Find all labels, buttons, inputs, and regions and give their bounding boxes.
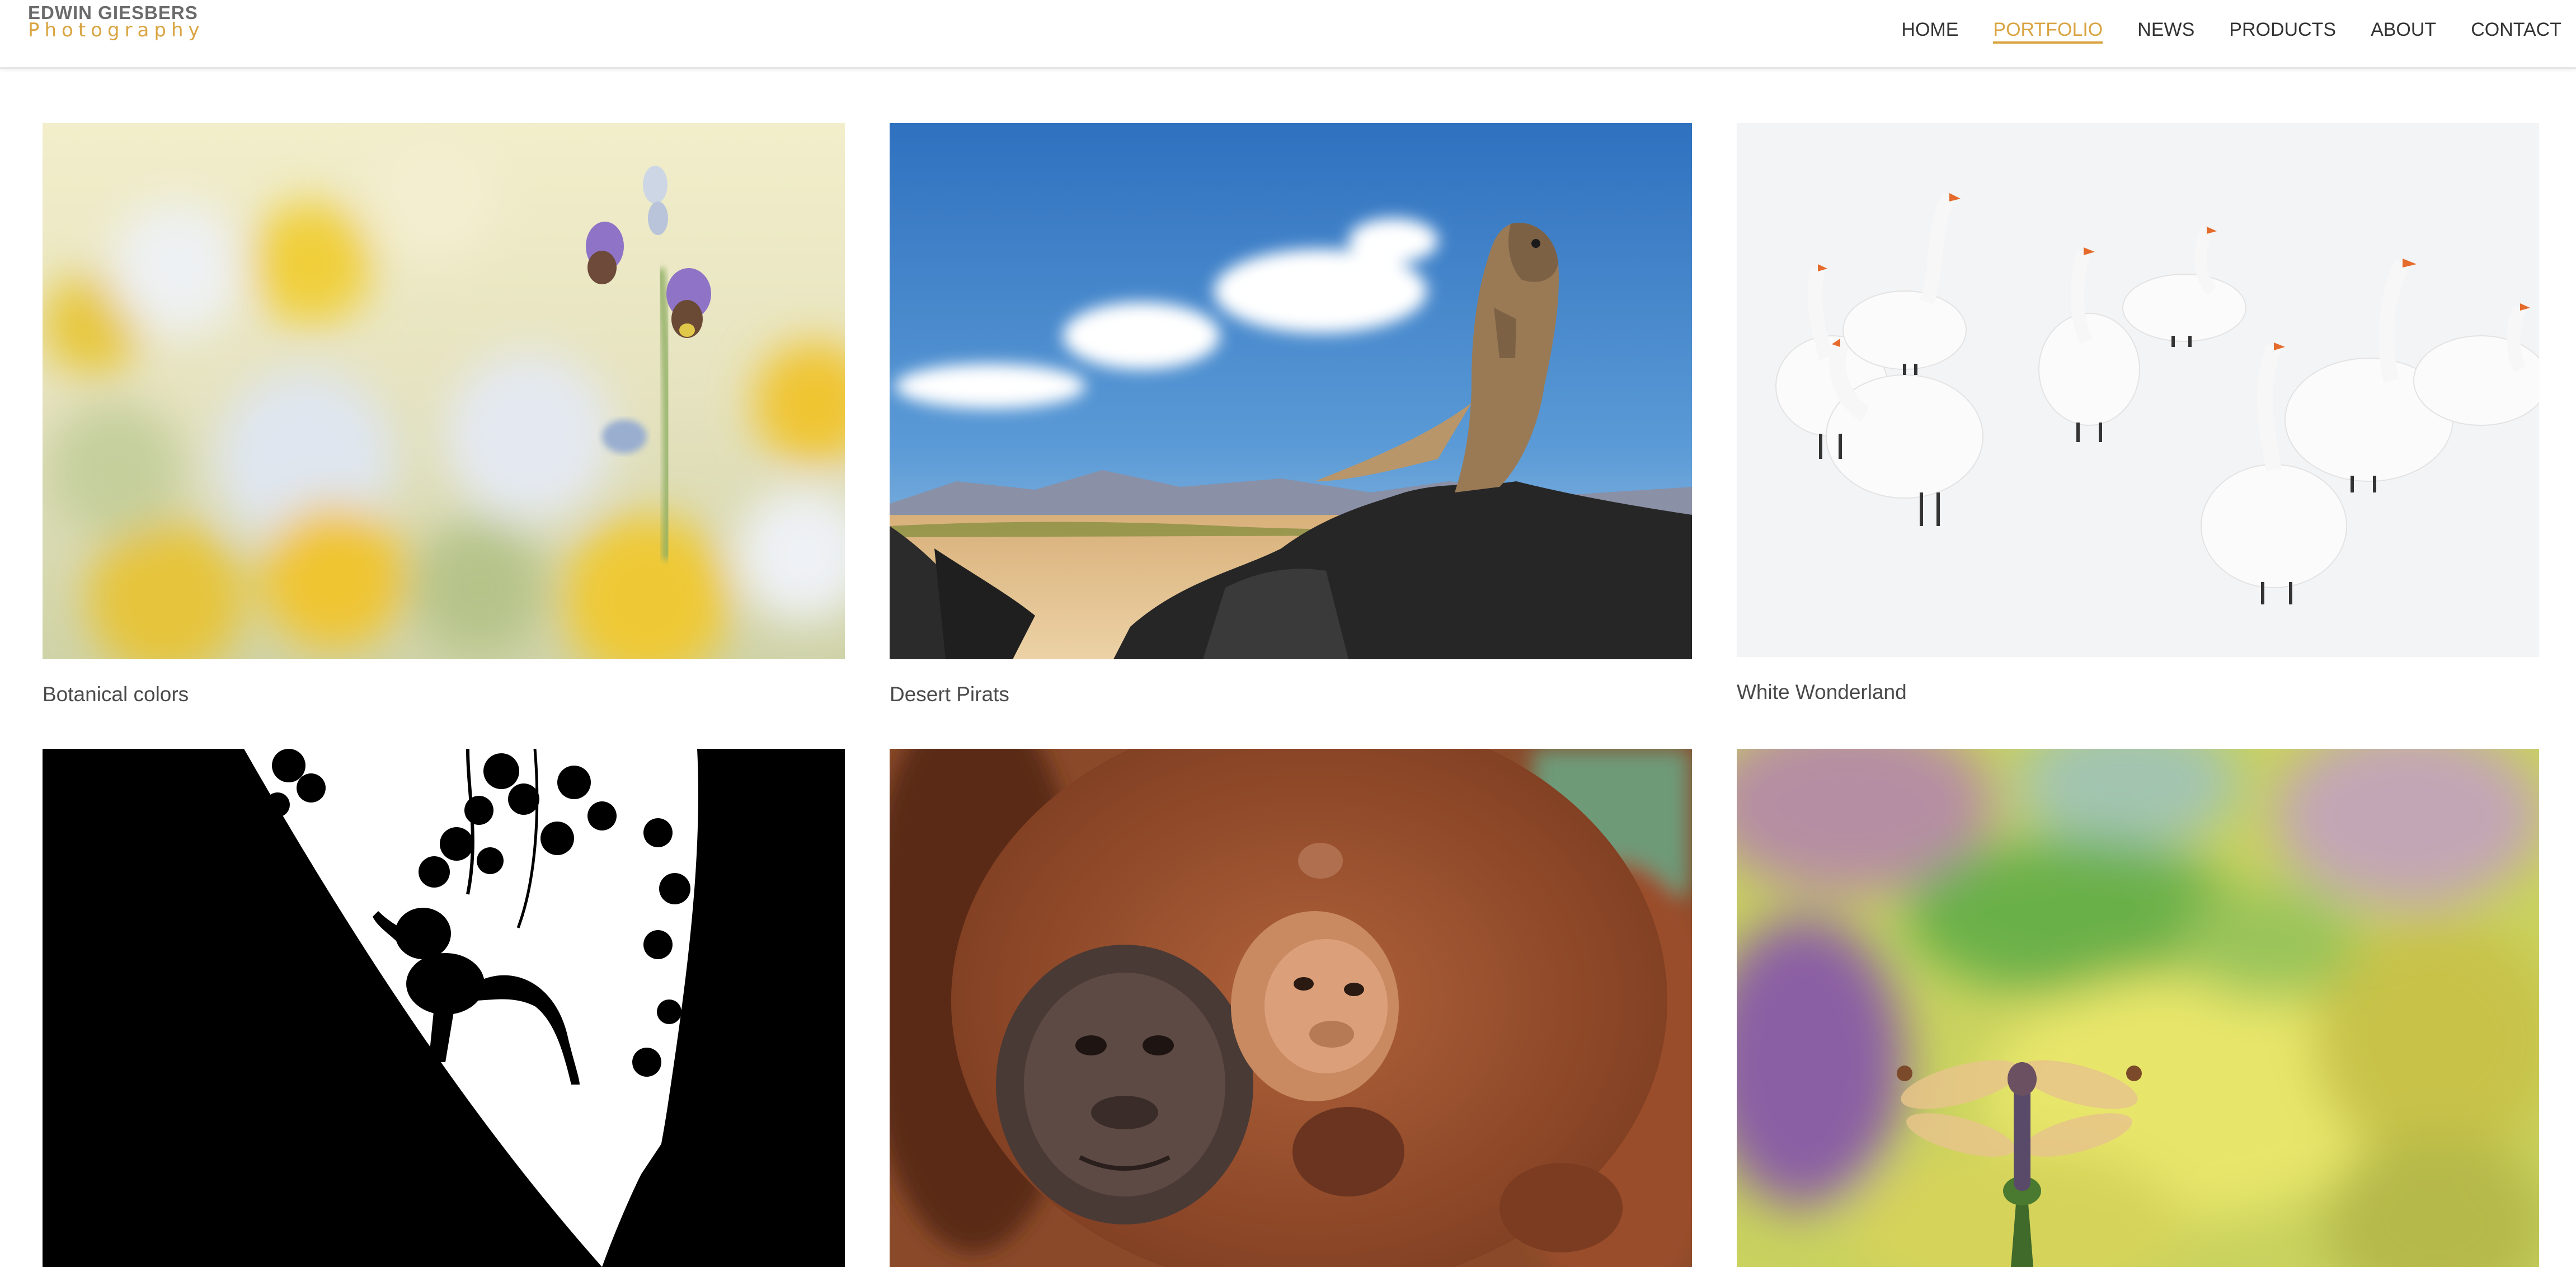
orchid-image bbox=[43, 123, 845, 659]
gallery-item-white-wonderland[interactable]: White Wonderland bbox=[1737, 123, 2539, 704]
gallery-item-orangutans[interactable] bbox=[890, 749, 1692, 1267]
gallery-item-desert-pirats[interactable]: Desert Pirats bbox=[890, 123, 1692, 706]
gallery-thumbnail[interactable] bbox=[43, 749, 845, 1267]
monkey-image bbox=[43, 749, 845, 1267]
gallery-item-dragonfly[interactable] bbox=[1737, 749, 2539, 1267]
dragonfly-image bbox=[1737, 749, 2539, 1267]
gallery-item-title[interactable]: Desert Pirats bbox=[890, 683, 1692, 706]
gallery-thumbnail[interactable] bbox=[890, 749, 1692, 1267]
nav-item-news[interactable]: NEWS bbox=[2120, 17, 2212, 48]
gallery-thumbnail[interactable] bbox=[1737, 123, 2539, 657]
nav-item-label: ABOUT bbox=[2371, 19, 2437, 40]
nav-item-portfolio[interactable]: PORTFOLIO bbox=[1976, 17, 2120, 48]
swans-image bbox=[1737, 123, 2539, 657]
gallery-item-title[interactable]: White Wonderland bbox=[1737, 681, 2539, 704]
nav-item-label: PRODUCTS bbox=[2229, 19, 2337, 40]
nav-item-about[interactable]: ABOUT bbox=[2353, 17, 2453, 48]
nav-item-products[interactable]: PRODUCTS bbox=[2212, 17, 2353, 48]
main-nav: HOME PORTFOLIO NEWS PRODUCTS ABOUT CONTA… bbox=[1884, 17, 2561, 48]
nav-item-label: HOME bbox=[1901, 19, 1959, 40]
gallery-item-monkey-silhouette[interactable] bbox=[43, 749, 845, 1267]
gallery-item-botanical-colors[interactable]: Botanical colors bbox=[43, 123, 845, 706]
nav-item-home[interactable]: HOME bbox=[1884, 17, 1976, 48]
nav-item-label: NEWS bbox=[2137, 19, 2195, 40]
gallery-thumbnail[interactable] bbox=[1737, 749, 2539, 1267]
nav-item-contact[interactable]: CONTACT bbox=[2453, 17, 2561, 48]
site-header: EDWIN GIESBERS Photography HOME PORTFOLI… bbox=[0, 0, 2576, 69]
site-logo[interactable]: EDWIN GIESBERS Photography bbox=[28, 3, 205, 40]
gallery-thumbnail[interactable] bbox=[890, 123, 1692, 659]
logo-tagline: Photography bbox=[28, 19, 205, 41]
nav-item-label: PORTFOLIO bbox=[1993, 18, 2103, 44]
gallery-thumbnail[interactable] bbox=[43, 123, 845, 659]
squirrel-image bbox=[890, 123, 1692, 659]
nav-item-label: CONTACT bbox=[2471, 19, 2561, 40]
orangutan-image bbox=[890, 749, 1692, 1267]
gallery-item-title[interactable]: Botanical colors bbox=[43, 683, 845, 706]
